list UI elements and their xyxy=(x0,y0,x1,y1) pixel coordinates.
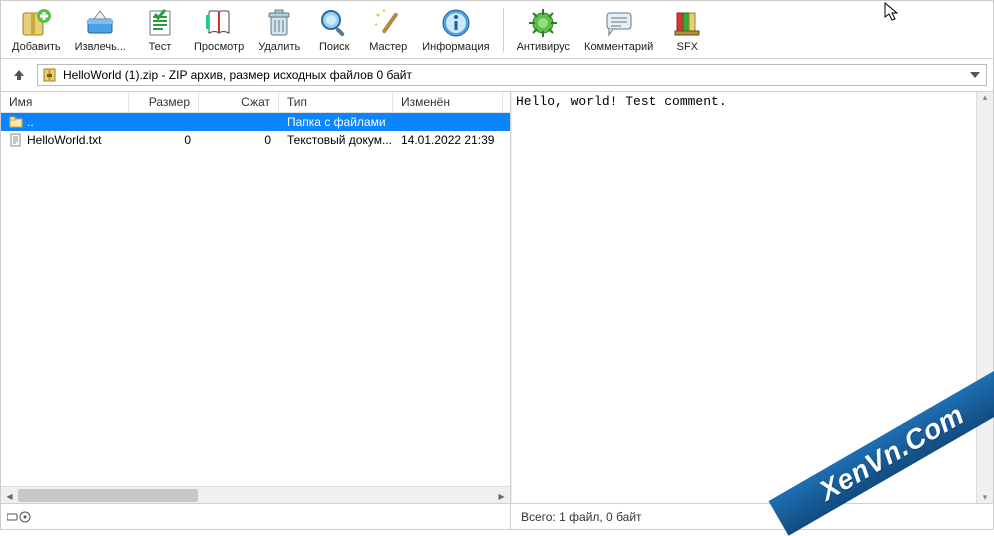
list-header: Имя Размер Сжат Тип Изменён xyxy=(1,92,510,113)
scroll-left-icon[interactable]: ◂ xyxy=(1,487,18,504)
path-text: HelloWorld (1).zip - ZIP архив, размер и… xyxy=(63,68,412,82)
scroll-right-icon[interactable]: ▸ xyxy=(493,487,510,504)
row0-name: .. xyxy=(27,115,34,129)
col-packed[interactable]: Сжат xyxy=(199,92,279,112)
comment-label: Комментарий xyxy=(584,41,653,53)
col-size[interactable]: Размер xyxy=(129,92,199,112)
archive-add-icon xyxy=(20,7,52,39)
address-bar: HelloWorld (1).zip - ZIP архив, размер и… xyxy=(1,59,993,92)
scroll-up-icon[interactable]: ▴ xyxy=(983,92,988,103)
status-total: Всего: 1 файл, 0 байт xyxy=(511,510,993,524)
delete-label: Удалить xyxy=(258,41,300,53)
row1-size: 0 xyxy=(129,132,199,148)
col-type[interactable]: Тип xyxy=(279,92,393,112)
horizontal-scrollbar[interactable]: ◂ ▸ xyxy=(1,486,510,503)
test-button[interactable]: Тест xyxy=(133,4,187,56)
row1-mod: 14.01.2022 21:39 xyxy=(393,132,503,148)
vertical-scrollbar[interactable]: ▴ ▾ xyxy=(976,92,993,503)
virus-icon xyxy=(527,7,559,39)
extract-icon xyxy=(84,7,116,39)
comment-text[interactable]: Hello, world! Test comment. xyxy=(511,92,993,503)
info-icon xyxy=(440,7,472,39)
sfx-label: SFX xyxy=(677,41,698,53)
trash-icon xyxy=(263,7,295,39)
test-label: Тест xyxy=(149,41,172,53)
row0-mod xyxy=(393,121,503,123)
view-button[interactable]: Просмотр xyxy=(187,4,251,56)
col-modified[interactable]: Изменён xyxy=(393,92,503,112)
main-toolbar: Добавить Извлечь... Тест Просмотр Удалит… xyxy=(1,1,993,59)
row0-size xyxy=(129,121,199,123)
row-parent-folder[interactable]: .. Папка с файлами xyxy=(1,113,510,131)
wizard-label: Мастер xyxy=(369,41,407,53)
folder-up-icon xyxy=(9,115,23,129)
up-button[interactable] xyxy=(7,63,31,87)
row0-packed xyxy=(199,121,279,123)
main-area: Имя Размер Сжат Тип Изменён .. Папка с ф… xyxy=(1,92,993,503)
path-dropdown[interactable] xyxy=(966,67,984,83)
comment-button[interactable]: Комментарий xyxy=(577,4,660,56)
row1-type: Текстовый докум... xyxy=(279,132,393,148)
find-button[interactable]: Поиск xyxy=(307,4,361,56)
row1-name: HelloWorld.txt xyxy=(27,133,101,147)
drive-icon xyxy=(7,511,31,523)
antivirus-button[interactable]: Антивирус xyxy=(510,4,577,56)
antivirus-label: Антивирус xyxy=(517,41,570,53)
delete-button[interactable]: Удалить xyxy=(251,4,307,56)
sfx-button[interactable]: SFX xyxy=(660,4,714,56)
info-label: Информация xyxy=(422,41,489,53)
row0-type: Папка с файлами xyxy=(279,114,393,130)
path-input[interactable]: HelloWorld (1).zip - ZIP архив, размер и… xyxy=(37,64,987,86)
add-label: Добавить xyxy=(12,41,61,53)
arrow-up-icon xyxy=(12,68,26,82)
status-bar: Всего: 1 файл, 0 байт xyxy=(1,503,993,529)
sfx-icon xyxy=(671,7,703,39)
file-list-pane: Имя Размер Сжат Тип Изменён .. Папка с ф… xyxy=(1,92,511,503)
wizard-icon xyxy=(372,7,404,39)
info-button[interactable]: Информация xyxy=(415,4,496,56)
extract-button[interactable]: Извлечь... xyxy=(68,4,133,56)
scroll-down-icon[interactable]: ▾ xyxy=(983,492,988,503)
extract-label: Извлечь... xyxy=(75,41,126,53)
add-button[interactable]: Добавить xyxy=(5,4,68,56)
find-label: Поиск xyxy=(319,41,349,53)
chevron-down-icon xyxy=(970,72,980,78)
comment-icon xyxy=(603,7,635,39)
test-icon xyxy=(144,7,176,39)
search-icon xyxy=(318,7,350,39)
status-left xyxy=(1,504,511,529)
view-icon xyxy=(203,7,235,39)
txt-file-icon xyxy=(9,133,23,147)
list-body[interactable]: .. Папка с файлами HelloWorld.txt 0 0 Те… xyxy=(1,113,510,486)
view-label: Просмотр xyxy=(194,41,244,53)
wizard-button[interactable]: Мастер xyxy=(361,4,415,56)
archive-icon xyxy=(42,67,58,83)
row-file[interactable]: HelloWorld.txt 0 0 Текстовый докум... 14… xyxy=(1,131,510,149)
scroll-thumb[interactable] xyxy=(18,489,198,502)
col-name[interactable]: Имя xyxy=(1,92,129,112)
comment-pane: Hello, world! Test comment. ▴ ▾ XenVn.Co… xyxy=(511,92,993,503)
row1-packed: 0 xyxy=(199,132,279,148)
